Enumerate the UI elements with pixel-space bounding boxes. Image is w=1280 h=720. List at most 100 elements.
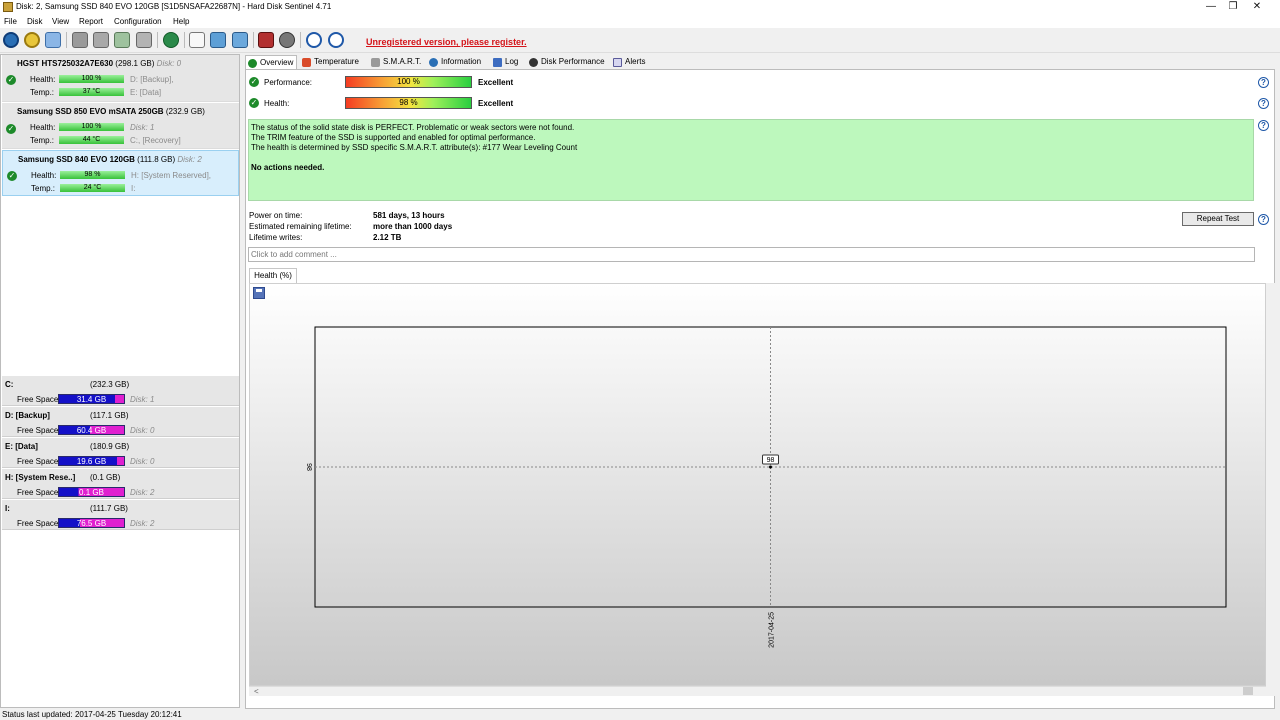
disk-name: Samsung SSD 840 EVO 120GB (111.8 GB) Dis… [18, 155, 202, 164]
disk-info-icon[interactable] [24, 32, 40, 48]
ok-check-icon [248, 59, 257, 68]
help-icon[interactable]: ? [1258, 214, 1269, 225]
performance-rating: Excellent [478, 78, 514, 87]
status-line: The TRIM feature of the SSD is supported… [251, 133, 536, 142]
free-space-bar: 60.4 GB [58, 425, 125, 435]
volume-size: (117.1 GB) [90, 411, 129, 420]
status-bar: Status last updated: 2017-04-25 Tuesday … [0, 709, 1280, 720]
vertical-scrollbar[interactable] [1266, 283, 1276, 696]
partition-label: D: [Backup], [130, 75, 174, 84]
disk-item-selected[interactable]: Samsung SSD 840 EVO 120GB (111.8 GB) Dis… [2, 150, 239, 196]
disk-model: HGST HTS725032A7E630 [17, 59, 114, 68]
free-space-label: Free Space [17, 519, 59, 528]
status-line: The status of the solid state disk is PE… [251, 123, 575, 132]
report-icon[interactable] [258, 32, 274, 48]
volume-item[interactable]: I: (111.7 GB) Free Space 76.5 GB Disk: 2 [2, 500, 239, 530]
volume-name: C: [5, 380, 14, 389]
disk-list-panel: HGST HTS725032A7E630 (298.1 GB) Disk: 0 … [0, 54, 240, 708]
toolbar-separator [157, 32, 158, 48]
menu-disk[interactable]: Disk [27, 17, 43, 26]
comment-input[interactable]: Click to add comment ... [248, 247, 1255, 262]
menu-report[interactable]: Report [79, 17, 103, 26]
info-icon[interactable] [328, 32, 344, 48]
help-icon[interactable]: ? [1258, 98, 1269, 109]
menu-help[interactable]: Help [173, 17, 189, 26]
partition-label: E: [Data] [130, 88, 162, 97]
disk-wrench-icon-4[interactable] [136, 32, 152, 48]
free-space-label: Free Space [17, 426, 59, 435]
save-icon[interactable] [253, 287, 265, 299]
disk-wrench-icon-1[interactable] [72, 32, 88, 48]
thermometer-icon [302, 58, 311, 67]
ok-check-icon: ✓ [249, 77, 259, 87]
volume-item[interactable]: H: [System Rese..] (0.1 GB) Free Space 0… [2, 469, 239, 499]
data-label: 98 [767, 457, 775, 464]
health-label: Health: [264, 99, 290, 108]
menu-file[interactable]: File [4, 17, 17, 26]
tab-health-chart[interactable]: Health (%) [249, 268, 297, 283]
scroll-thumb[interactable] [1243, 687, 1253, 695]
health-bar: 98 % [60, 171, 125, 179]
repeat-test-button[interactable]: Repeat Test [1182, 212, 1254, 226]
volume-disk: Disk: 2 [130, 519, 155, 528]
tab-label: Alerts [625, 57, 646, 66]
disk-model: Samsung SSD 840 EVO 120GB [18, 155, 135, 164]
power-on-value: 581 days, 13 hours [373, 211, 445, 220]
help-icon[interactable] [306, 32, 322, 48]
health-rating: Excellent [478, 99, 514, 108]
tab-label: S.M.A.R.T. [383, 57, 422, 66]
unregistered-link[interactable]: Unregistered version, please register. [366, 37, 527, 47]
mail-icon[interactable] [45, 32, 61, 48]
refresh-icon[interactable] [3, 32, 19, 48]
free-space-bar: 0.1 GB [58, 487, 125, 497]
scroll-left-icon[interactable]: < [254, 687, 259, 696]
tab-smart[interactable]: S.M.A.R.T. [369, 55, 425, 69]
close-button[interactable]: ✕ [1234, 0, 1280, 15]
volume-size: (0.1 GB) [90, 473, 121, 482]
health-bar: 100 % [59, 75, 124, 83]
disk-item[interactable]: Samsung SSD 850 EVO mSATA 250GB (232.9 G… [2, 103, 239, 149]
volume-name: D: [Backup] [5, 411, 50, 420]
free-space-bar: 76.5 GB [58, 518, 125, 528]
tab-alerts[interactable]: Alerts [611, 55, 651, 69]
menu-bar: File Disk View Report Configuration Help [0, 15, 1280, 28]
disk-number: Disk: 0 [156, 59, 182, 68]
disk-wrench-icon-3[interactable] [114, 32, 130, 48]
menu-view[interactable]: View [52, 17, 69, 26]
help-icon[interactable]: ? [1258, 120, 1269, 131]
disk-size: (111.8 GB) [137, 155, 176, 164]
sync-icon[interactable] [210, 32, 226, 48]
disk-model: Samsung SSD 850 EVO mSATA 250GB [17, 107, 164, 116]
network-icon[interactable] [232, 32, 248, 48]
tab-disk-performance[interactable]: Disk Performance [527, 55, 607, 69]
tab-log[interactable]: Log [491, 55, 523, 69]
horizontal-scrollbar[interactable]: < [249, 686, 1266, 696]
menu-configuration[interactable]: Configuration [114, 17, 162, 26]
volume-disk: Disk: 2 [130, 488, 155, 497]
tab-label: Information [441, 57, 482, 66]
volume-size: (180.9 GB) [90, 442, 130, 451]
volume-name: E: [Data] [5, 442, 38, 451]
help-icon[interactable]: ? [1258, 77, 1269, 88]
tab-temperature[interactable]: Temperature [300, 55, 368, 69]
tab-overview[interactable]: Overview [245, 55, 297, 69]
volume-disk: Disk: 0 [130, 457, 155, 466]
document-icon[interactable] [189, 32, 205, 48]
free-space-bar: 19.6 GB [58, 456, 125, 466]
volume-item[interactable]: D: [Backup] (117.1 GB) Free Space 60.4 G… [2, 407, 239, 437]
settings-icon[interactable] [279, 32, 295, 48]
volume-disk: Disk: 0 [130, 426, 155, 435]
disk-item[interactable]: HGST HTS725032A7E630 (298.1 GB) Disk: 0 … [2, 55, 239, 102]
tab-information[interactable]: Information [427, 55, 487, 69]
temp-label: Temp.: [30, 136, 55, 145]
volume-item[interactable]: E: [Data] (180.9 GB) Free Space 19.6 GB … [2, 438, 239, 468]
disk-size: (232.9 GB) [165, 107, 205, 116]
lifetime-writes-value: 2.12 TB [373, 233, 402, 242]
temp-label: Temp.: [31, 184, 56, 193]
disk-wrench-icon-2[interactable] [93, 32, 109, 48]
volume-item[interactable]: C: (232.3 GB) Free Space 31.4 GB Disk: 1 [2, 376, 239, 406]
disk-icon [371, 58, 380, 67]
health-bar: 98 % [345, 97, 472, 109]
globe-icon[interactable] [163, 32, 179, 48]
alert-icon [613, 58, 622, 67]
